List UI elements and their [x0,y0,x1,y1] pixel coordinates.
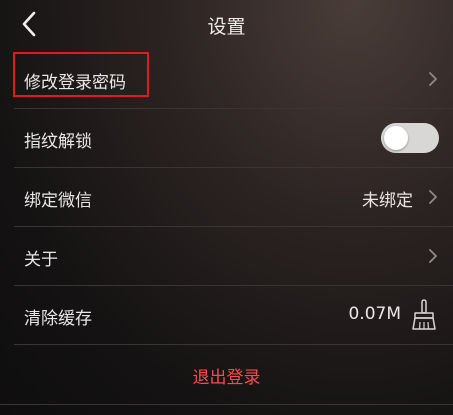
settings-item-label: 绑定微信 [24,191,92,211]
settings-item-label: 指纹解锁 [24,132,92,152]
logout-button[interactable]: 退出登录 [0,363,453,388]
header-bar: 设置 [0,0,453,50]
settings-item-clear-cache[interactable]: 清除缓存 0.07M [14,286,453,345]
chevron-right-icon [429,72,437,86]
chevron-right-icon [429,249,437,263]
settings-item-bind-wechat[interactable]: 绑定微信 未绑定 [14,168,453,227]
page-title: 设置 [207,16,246,38]
settings-item-label: 清除缓存 [24,309,92,329]
broom-icon[interactable] [411,298,437,332]
wechat-bind-status: 未绑定 [362,191,413,211]
cache-size: 0.07M [348,304,401,324]
settings-item-label: 关于 [24,250,58,270]
chevron-right-icon [429,190,437,204]
fingerprint-toggle[interactable] [381,123,439,153]
settings-list: 修改登录密码 指纹解锁 绑定微信 未绑定 关于 清除缓存 0.07M 退出登录 [0,50,453,405]
settings-item-about[interactable]: 关于 [14,227,453,286]
settings-item-label: 修改登录密码 [24,73,126,93]
logout-row: 退出登录 [0,345,453,405]
settings-item-fingerprint-unlock: 指纹解锁 [14,109,453,168]
settings-item-change-password[interactable]: 修改登录密码 [13,50,453,109]
toggle-knob [384,126,408,150]
